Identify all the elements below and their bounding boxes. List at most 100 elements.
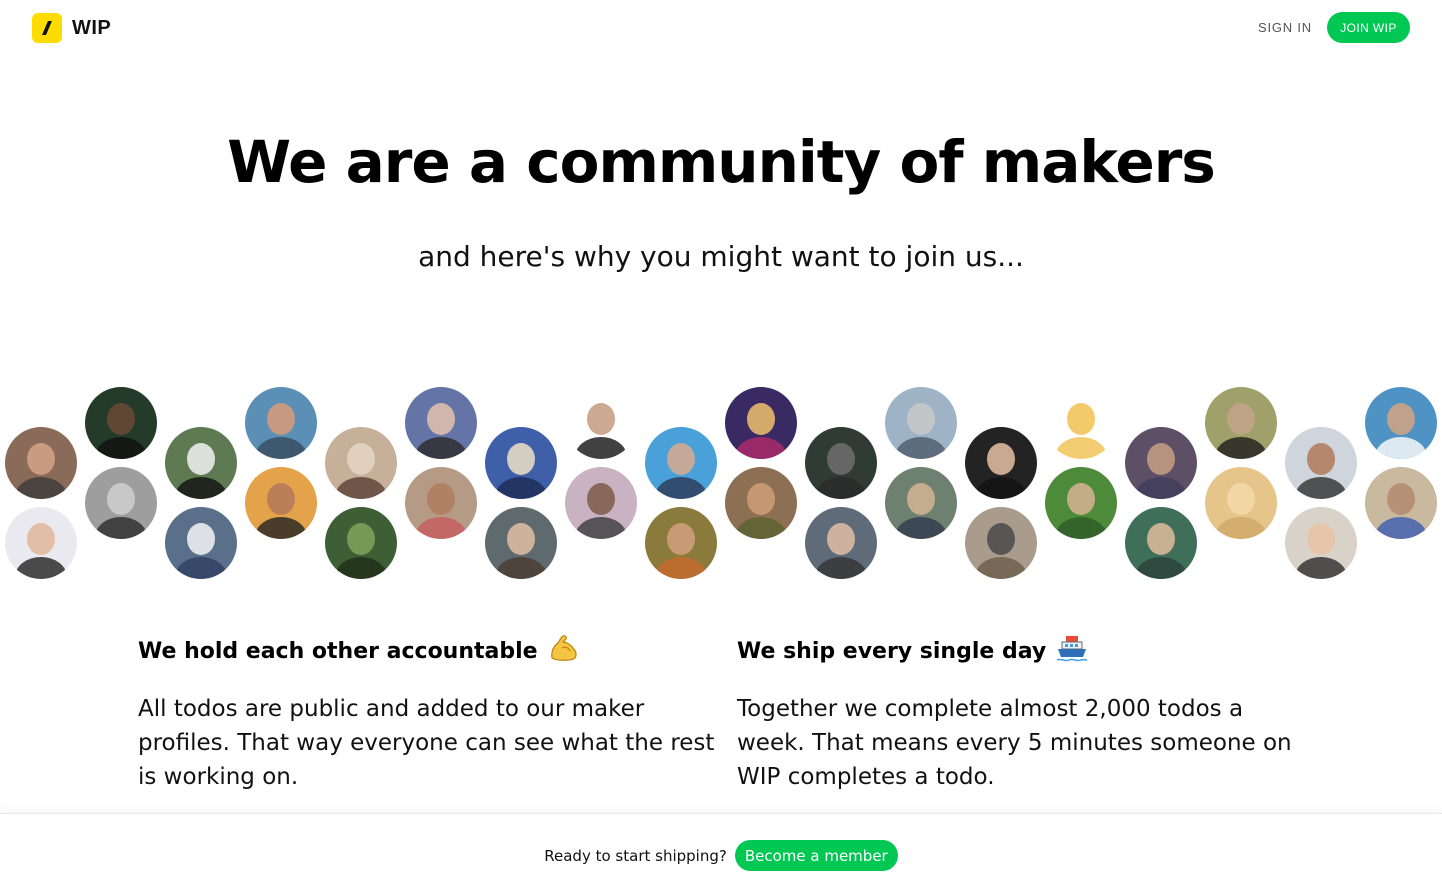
avatar-body <box>975 557 1027 579</box>
avatar-face <box>187 443 215 475</box>
avatar-body <box>95 437 147 459</box>
avatar-face <box>1227 483 1255 515</box>
avatar-body <box>335 477 387 499</box>
maker-avatar[interactable] <box>5 507 77 579</box>
maker-avatar[interactable] <box>245 387 317 459</box>
avatar-face <box>1307 523 1335 555</box>
cta-row: Ready to start shipping? Become a member <box>0 840 1442 871</box>
avatar-face <box>267 403 295 435</box>
maker-avatar[interactable] <box>325 427 397 499</box>
maker-avatar[interactable] <box>405 467 477 539</box>
maker-avatar[interactable] <box>1205 387 1277 459</box>
avatar-body <box>95 517 147 539</box>
maker-avatar[interactable] <box>485 507 557 579</box>
avatar-body <box>495 557 547 579</box>
maker-avatar[interactable] <box>645 507 717 579</box>
maker-avatar[interactable] <box>1125 427 1197 499</box>
maker-avatar[interactable] <box>5 427 77 499</box>
logo[interactable]: WIP <box>32 13 111 43</box>
avatar-face <box>827 443 855 475</box>
avatar-face <box>667 443 695 475</box>
sign-in-link[interactable]: SIGN IN <box>1258 20 1312 35</box>
maker-avatar[interactable] <box>1045 387 1117 459</box>
avatar-body <box>1215 517 1267 539</box>
avatar-face <box>507 443 535 475</box>
maker-avatar[interactable] <box>565 467 637 539</box>
avatar-face <box>107 403 135 435</box>
maker-avatar[interactable] <box>405 387 477 459</box>
logo-text: WIP <box>72 16 112 39</box>
maker-avatar[interactable] <box>645 427 717 499</box>
avatar-face <box>427 403 455 435</box>
maker-avatar[interactable] <box>245 467 317 539</box>
feature-title: We hold each other accountable <box>138 634 718 668</box>
maker-avatar[interactable] <box>1285 507 1357 579</box>
avatar-body <box>735 437 787 459</box>
avatar-face <box>1307 443 1335 475</box>
avatar-face <box>987 443 1015 475</box>
avatar-body <box>655 557 707 579</box>
avatar-body <box>1135 477 1187 499</box>
maker-avatar[interactable] <box>85 467 157 539</box>
avatar-body <box>1295 557 1347 579</box>
logo-mark-icon <box>32 13 62 43</box>
maker-avatar[interactable] <box>965 427 1037 499</box>
avatar-body <box>1055 517 1107 539</box>
avatar-body <box>495 477 547 499</box>
avatar-face <box>507 523 535 555</box>
maker-avatar[interactable] <box>565 387 637 459</box>
maker-avatar[interactable] <box>485 427 557 499</box>
avatar-face <box>587 483 615 515</box>
join-wip-button[interactable]: JOIN WIP <box>1327 12 1410 43</box>
maker-avatar[interactable] <box>965 507 1037 579</box>
avatar-body <box>175 557 227 579</box>
avatar-body <box>1135 557 1187 579</box>
avatar-face <box>347 523 375 555</box>
flexed-biceps-icon <box>548 634 580 668</box>
avatar-body <box>15 477 67 499</box>
maker-avatar[interactable] <box>1045 467 1117 539</box>
avatar-face <box>827 523 855 555</box>
maker-avatar[interactable] <box>85 387 157 459</box>
avatar-face <box>747 403 775 435</box>
maker-avatar[interactable] <box>1125 507 1197 579</box>
avatar-face <box>987 523 1015 555</box>
avatar-face <box>427 483 455 515</box>
avatar-face <box>27 443 55 475</box>
avatar-body <box>975 477 1027 499</box>
maker-avatar[interactable] <box>1365 387 1437 459</box>
maker-avatar[interactable] <box>1365 467 1437 539</box>
avatar-face <box>1387 403 1415 435</box>
avatar-body <box>415 437 467 459</box>
avatar-body <box>1295 477 1347 499</box>
feature-accountable: We hold each other accountable All todos… <box>138 634 718 794</box>
cta-prompt: Ready to start shipping? <box>544 846 727 865</box>
top-nav: WIP SIGN IN JOIN WIP <box>0 0 1442 56</box>
avatar-face <box>187 523 215 555</box>
avatar-body <box>255 437 307 459</box>
maker-avatar[interactable] <box>725 467 797 539</box>
avatar-face <box>907 483 935 515</box>
avatar-face <box>1067 483 1095 515</box>
maker-avatar[interactable] <box>165 427 237 499</box>
maker-avatar[interactable] <box>165 507 237 579</box>
maker-avatar[interactable] <box>885 467 957 539</box>
avatar-body <box>575 437 627 459</box>
avatar-body <box>1055 437 1107 459</box>
maker-avatar[interactable] <box>805 507 877 579</box>
avatar-body <box>815 477 867 499</box>
maker-avatar[interactable] <box>805 427 877 499</box>
maker-avatar[interactable] <box>325 507 397 579</box>
avatar-face <box>347 443 375 475</box>
maker-avatar[interactable] <box>1205 467 1277 539</box>
maker-avatar[interactable] <box>725 387 797 459</box>
become-member-button[interactable]: Become a member <box>734 840 898 871</box>
maker-avatar[interactable] <box>1285 427 1357 499</box>
avatar-body <box>1375 517 1427 539</box>
avatar-face <box>1067 403 1095 435</box>
maker-avatar[interactable] <box>885 387 957 459</box>
avatar-face <box>27 523 55 555</box>
avatar-body <box>255 517 307 539</box>
avatar-body <box>655 477 707 499</box>
hero-subtitle: and here's why you might want to join us… <box>418 240 1024 273</box>
